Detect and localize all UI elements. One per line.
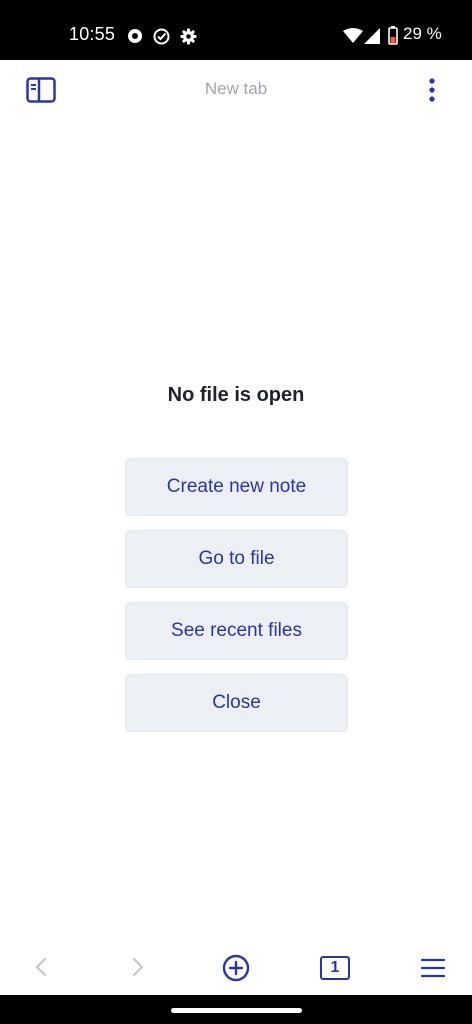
battery-percentage: 29 % bbox=[403, 24, 442, 43]
signal-icon bbox=[364, 28, 380, 44]
menu-icon[interactable] bbox=[421, 958, 445, 978]
do-not-disturb-icon bbox=[128, 29, 142, 43]
forward-icon[interactable] bbox=[131, 957, 145, 977]
home-gesture-handle[interactable] bbox=[171, 1008, 302, 1013]
system-navigation-bar bbox=[0, 995, 472, 1024]
empty-state: No file is open Create new note Go to fi… bbox=[0, 120, 472, 940]
gear-icon bbox=[180, 28, 197, 45]
wifi-icon bbox=[343, 28, 363, 43]
new-tab-icon[interactable] bbox=[222, 954, 250, 982]
go-to-file-button[interactable]: Go to file bbox=[125, 530, 348, 588]
status-bar: 10:55 29 % bbox=[0, 0, 472, 60]
empty-state-title: No file is open bbox=[167, 384, 305, 406]
bottom-navigation: 1 bbox=[0, 940, 472, 995]
battery-icon bbox=[388, 26, 398, 45]
status-time: 10:55 bbox=[69, 24, 116, 44]
tabs-icon[interactable]: 1 bbox=[320, 956, 350, 980]
create-new-note-button[interactable]: Create new note bbox=[125, 458, 348, 516]
close-button[interactable]: Close bbox=[125, 674, 348, 732]
see-recent-files-button[interactable]: See recent files bbox=[125, 602, 348, 660]
app-header: New tab bbox=[0, 60, 472, 120]
back-icon[interactable] bbox=[34, 957, 48, 977]
check-circle-icon bbox=[153, 28, 170, 45]
tab-title: New tab bbox=[204, 79, 268, 98]
more-vertical-icon[interactable] bbox=[428, 78, 436, 102]
